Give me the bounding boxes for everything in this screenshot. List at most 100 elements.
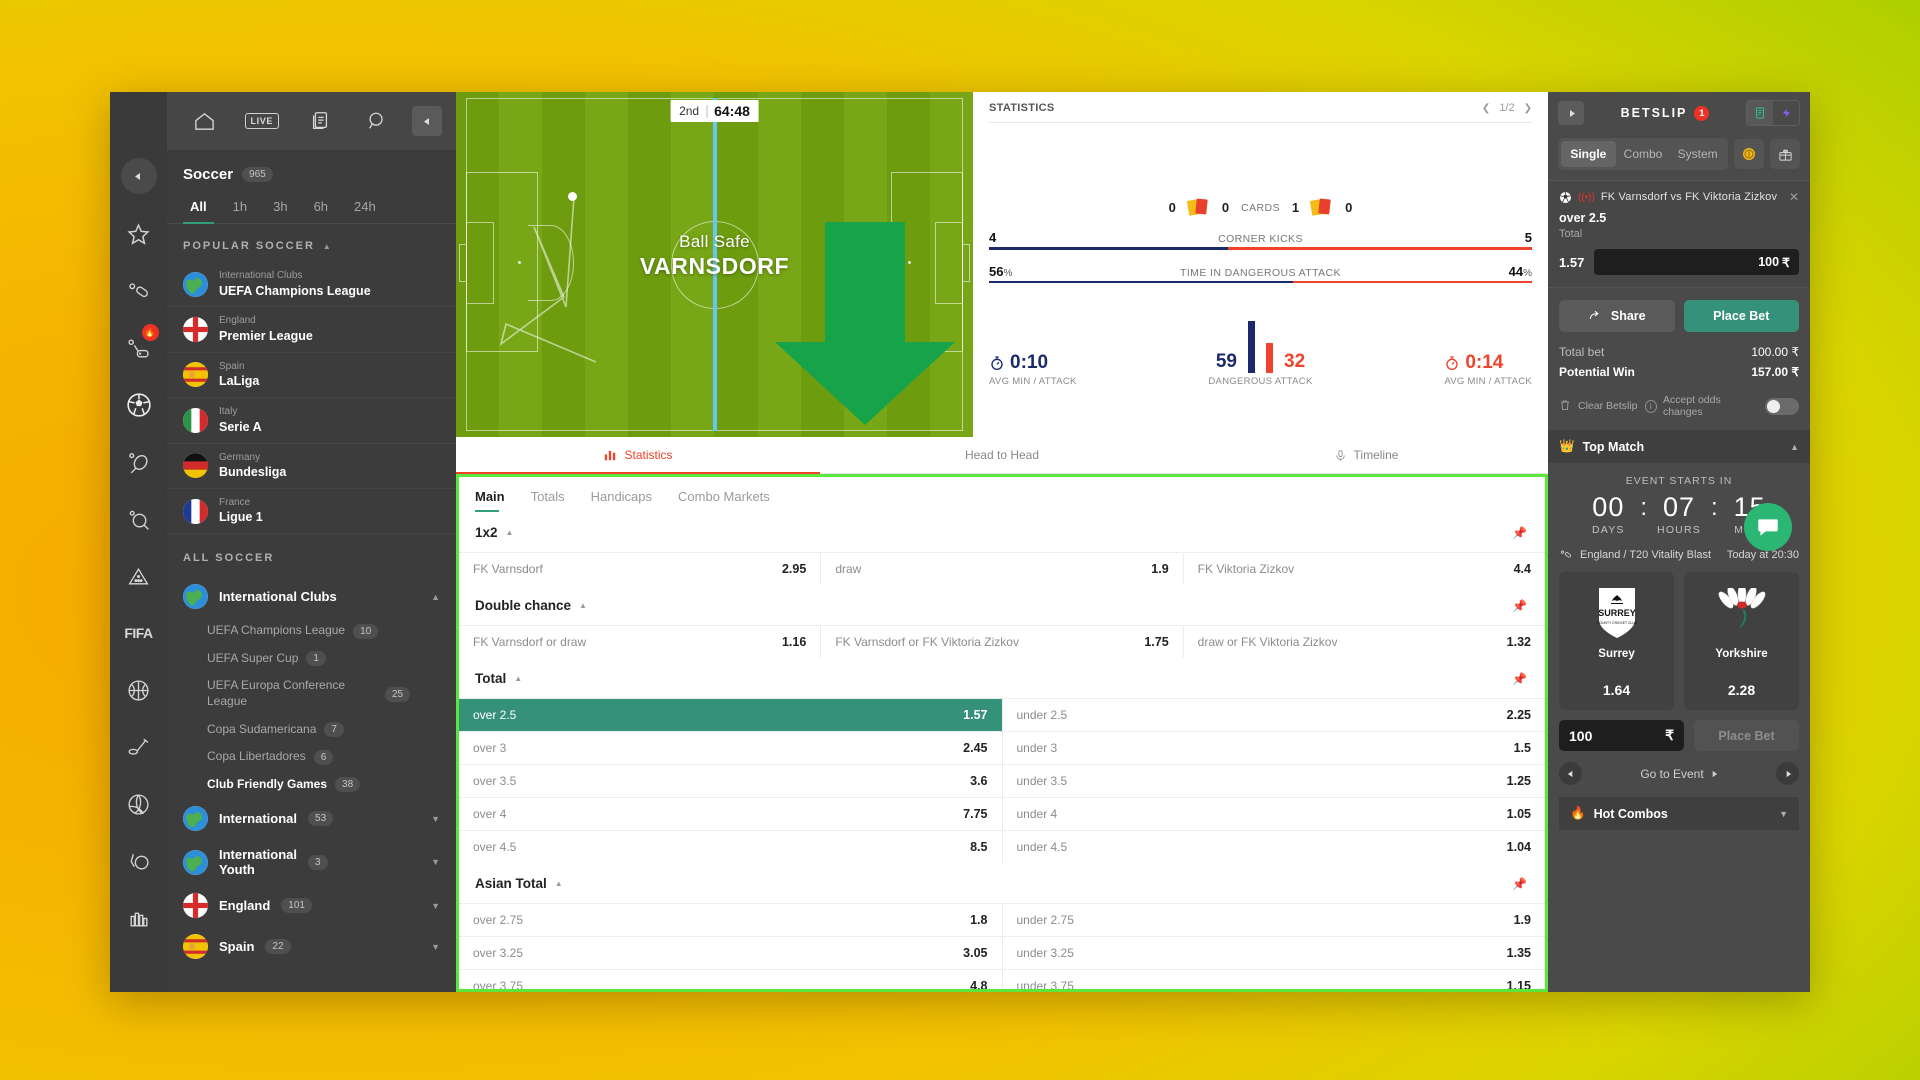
- top-match-place-bet-button[interactable]: Place Bet: [1694, 720, 1799, 751]
- market-tab-totals[interactable]: Totals: [531, 489, 565, 512]
- league-row-laliga[interactable]: Spain LaLiga: [167, 353, 456, 399]
- odds-cell[interactable]: over 3.75 4.8: [459, 970, 1003, 989]
- odds-cell[interactable]: over 4.5 8.5: [459, 831, 1003, 863]
- odds-cell-selected[interactable]: over 2.5 1.57: [459, 699, 1003, 731]
- odds-cell[interactable]: under 2.75 1.9: [1003, 904, 1546, 936]
- odds-cell[interactable]: draw 1.9: [821, 553, 1184, 585]
- popular-soccer-header[interactable]: POPULAR SOCCER ▲: [167, 224, 456, 262]
- time-tab-3h[interactable]: 3h: [260, 193, 300, 223]
- betslip-stake-input[interactable]: 100 ₹: [1594, 249, 1799, 275]
- betslip-mode-system[interactable]: System: [1670, 141, 1725, 167]
- betslip-mode-single[interactable]: Single: [1561, 141, 1616, 167]
- market-header-1x2[interactable]: 1x2 ▲ 📌: [459, 512, 1545, 552]
- time-tab-1h[interactable]: 1h: [220, 193, 260, 223]
- futsal-icon[interactable]: [117, 839, 161, 883]
- tab-timeline[interactable]: Timeline: [1184, 437, 1548, 473]
- betslip-expand-button[interactable]: [1558, 101, 1584, 125]
- receipt-icon[interactable]: [1747, 101, 1773, 125]
- league-row-ligue-1[interactable]: France Ligue 1: [167, 489, 456, 535]
- chevron-right-icon[interactable]: [1776, 762, 1799, 785]
- accept-odds-toggle[interactable]: [1765, 397, 1799, 415]
- sidebar-group-international-clubs[interactable]: International Clubs ▲: [167, 576, 456, 617]
- odds-cell[interactable]: under 4 1.05: [1003, 798, 1546, 830]
- odds-cell[interactable]: over 4 7.75: [459, 798, 1003, 830]
- sidebar-group-international-youth[interactable]: International Youth 3 ▼: [167, 839, 456, 885]
- sidebar-group-international[interactable]: International 53 ▼: [167, 798, 456, 839]
- odds-cell[interactable]: under 4.5 1.04: [1003, 831, 1546, 863]
- clear-betslip-label[interactable]: Clear Betslip: [1578, 400, 1638, 412]
- tennis-icon[interactable]: [117, 440, 161, 484]
- top-match-team-yorkshire[interactable]: Yorkshire 2.28: [1684, 572, 1799, 710]
- odds-cell[interactable]: under 3.25 1.35: [1003, 937, 1546, 969]
- time-tab-24h[interactable]: 24h: [341, 193, 389, 223]
- betslip-mode-combo[interactable]: Combo: [1616, 141, 1671, 167]
- market-tab-combo-markets[interactable]: Combo Markets: [678, 489, 770, 512]
- market-header-asian-total[interactable]: Asian Total ▲ 📌: [459, 863, 1545, 903]
- soccer-icon[interactable]: [117, 383, 161, 427]
- chevron-left-icon[interactable]: ❮: [1482, 103, 1490, 114]
- top-match-header[interactable]: 👑 Top Match ▲: [1548, 430, 1810, 463]
- rail-collapse-button[interactable]: [120, 158, 157, 194]
- odds-cell[interactable]: under 3 1.5: [1003, 732, 1546, 764]
- pin-icon[interactable]: 📌: [1512, 877, 1527, 891]
- info-icon[interactable]: i: [1644, 399, 1657, 413]
- time-tab-all[interactable]: All: [177, 193, 220, 224]
- chevron-left-icon[interactable]: [1559, 762, 1582, 785]
- chat-bubble-icon[interactable]: [1744, 503, 1792, 551]
- odds-cell[interactable]: over 2.75 1.8: [459, 904, 1003, 936]
- odds-cell[interactable]: over 3.25 3.05: [459, 937, 1003, 969]
- sidebar-collapse-button[interactable]: [412, 106, 442, 136]
- sidebar-item-uefa-europa-conference-league[interactable]: UEFA Europa Conference League 25: [167, 672, 456, 715]
- place-bet-button[interactable]: Place Bet: [1683, 300, 1799, 332]
- billiards-icon[interactable]: [117, 554, 161, 598]
- table-tennis-icon[interactable]: [117, 497, 161, 541]
- league-row-premier-league[interactable]: England Premier League: [167, 307, 456, 353]
- odds-cell[interactable]: under 3.75 1.15: [1003, 970, 1546, 989]
- share-button[interactable]: Share: [1559, 300, 1675, 332]
- live-match-pitch[interactable]: 2nd 64:48 Ball Safe VARNSDORF: [456, 92, 973, 437]
- trash-icon[interactable]: [1559, 399, 1571, 414]
- odds-cell[interactable]: FK Viktoria Zizkov 4.4: [1184, 553, 1545, 585]
- live-button[interactable]: LIVE: [239, 101, 285, 141]
- chevron-right-icon[interactable]: ❯: [1524, 103, 1532, 114]
- sidebar-item-uefa-champions-league[interactable]: UEFA Champions League 10: [167, 617, 456, 645]
- odds-cell[interactable]: FK Varnsdorf 2.95: [459, 553, 822, 585]
- pin-icon[interactable]: 📌: [1512, 599, 1527, 613]
- tab-statistics[interactable]: Statistics: [456, 437, 820, 474]
- time-tab-6h[interactable]: 6h: [301, 193, 341, 223]
- odds-cell[interactable]: over 3.5 3.6: [459, 765, 1003, 797]
- cricket-icon[interactable]: [117, 269, 161, 313]
- odds-cell[interactable]: FK Varnsdorf or FK Viktoria Zizkov 1.75: [821, 626, 1184, 658]
- market-header-total[interactable]: Total ▲ 📌: [459, 658, 1545, 698]
- esports-icon[interactable]: 🔥: [117, 324, 161, 370]
- sidebar-item-uefa-super-cup[interactable]: UEFA Super Cup 1: [167, 645, 456, 673]
- market-header-double-chance[interactable]: Double chance ▲ 📌: [459, 585, 1545, 625]
- home-icon[interactable]: [181, 101, 227, 141]
- odds-cell[interactable]: under 3.5 1.25: [1003, 765, 1546, 797]
- odds-cell[interactable]: under 2.5 2.25: [1003, 699, 1546, 731]
- odds-cell[interactable]: over 3 2.45: [459, 732, 1003, 764]
- favorites-icon[interactable]: [117, 212, 161, 256]
- pin-icon[interactable]: 📌: [1512, 526, 1527, 540]
- odds-cell[interactable]: FK Varnsdorf or draw 1.16: [459, 626, 822, 658]
- sidebar-item-club-friendly-games[interactable]: Club Friendly Games 38: [167, 771, 456, 799]
- handball-icon[interactable]: [117, 896, 161, 940]
- sidebar-group-england[interactable]: England 101 ▼: [167, 885, 456, 926]
- league-row-serie-a[interactable]: Italy Serie A: [167, 398, 456, 444]
- go-to-event-button[interactable]: Go to Event: [1640, 767, 1717, 781]
- league-row-ucl[interactable]: International Clubs UEFA Champions Leagu…: [167, 262, 456, 308]
- pin-icon[interactable]: 📌: [1512, 672, 1527, 686]
- sidebar-group-spain[interactable]: Spain 22 ▼: [167, 926, 456, 967]
- odds-cell[interactable]: draw or FK Viktoria Zizkov 1.32: [1184, 626, 1545, 658]
- market-tab-main[interactable]: Main: [475, 489, 505, 512]
- hot-combos-header[interactable]: 🔥 Hot Combos ▼: [1559, 797, 1799, 830]
- documents-icon[interactable]: [297, 101, 343, 141]
- volleyball-icon[interactable]: [117, 782, 161, 826]
- gift-icon[interactable]: [1770, 139, 1800, 169]
- fifa-icon[interactable]: FIFA: [117, 611, 161, 655]
- sidebar-item-copa-libertadores[interactable]: Copa Libertadores 6: [167, 743, 456, 771]
- basketball-icon[interactable]: [117, 668, 161, 712]
- close-icon[interactable]: ✕: [1789, 190, 1799, 204]
- search-icon[interactable]: [354, 101, 400, 141]
- top-match-team-surrey[interactable]: SURREY COUNTY CRICKET CLUB Surrey 1.64: [1559, 572, 1674, 710]
